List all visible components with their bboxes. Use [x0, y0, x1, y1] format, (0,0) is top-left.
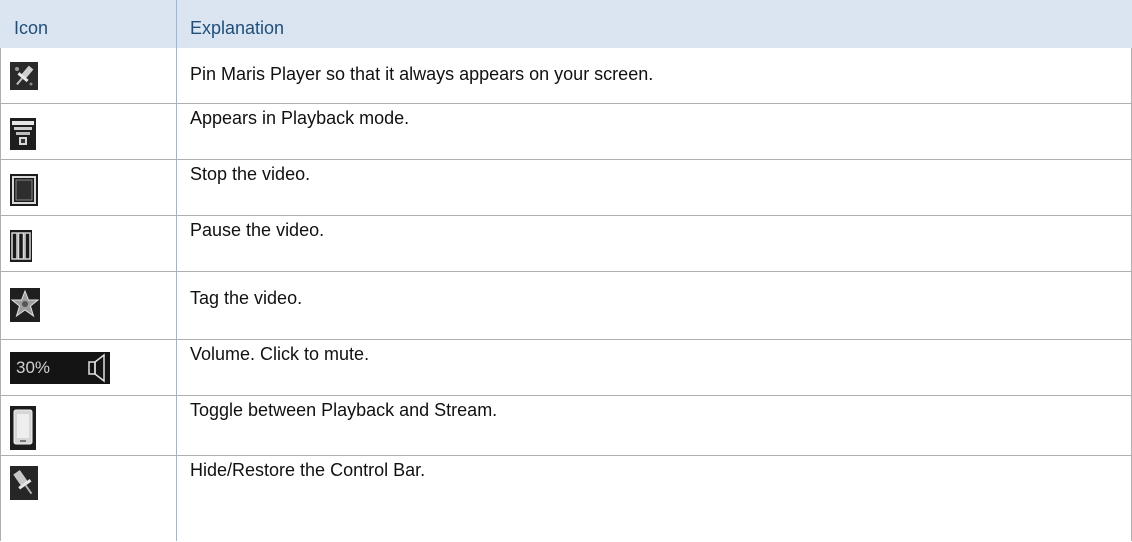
table-row: Hide/Restore the Control Bar. [0, 456, 1132, 542]
volume-level-text: 30% [16, 358, 51, 377]
table-row: Appears in Playback mode. [0, 104, 1132, 160]
row-explanation: Pin Maris Player so that it always appea… [190, 64, 654, 84]
table-header: Icon Explanation [0, 0, 1132, 48]
stop-icon [10, 174, 38, 206]
row-explanation: Appears in Playback mode. [190, 108, 410, 128]
pin-icon [10, 62, 38, 90]
table-row: Toggle between Playback and Stream. [0, 396, 1132, 456]
table-row: Pin Maris Player so that it always appea… [0, 48, 1132, 104]
table-row: Tag the video. [0, 272, 1132, 340]
toggle-stream-icon [10, 406, 36, 450]
volume-icon: 30% [10, 352, 110, 384]
row-explanation: Volume. Click to mute. [190, 344, 370, 364]
row-explanation: Stop the video. [190, 164, 311, 184]
star-tag-icon [10, 288, 40, 322]
table-row: 30% Volume. Click to mute. [0, 340, 1132, 396]
row-explanation: Toggle between Playback and Stream. [190, 400, 498, 420]
pause-icon [10, 230, 32, 262]
row-explanation: Pause the video. [190, 220, 325, 240]
table-row: Pause the video. [0, 216, 1132, 272]
playback-mode-icon [10, 118, 36, 150]
header-explanation: Explanation [190, 18, 285, 38]
table-left-border [0, 48, 1, 541]
row-explanation: Hide/Restore the Control Bar. [190, 460, 426, 480]
table-row: Stop the video. [0, 160, 1132, 216]
speaker-icon [86, 352, 110, 384]
column-divider [176, 0, 177, 541]
hide-restore-pin-icon [10, 466, 38, 500]
header-icon: Icon [14, 18, 49, 38]
row-explanation: Tag the video. [190, 288, 303, 308]
